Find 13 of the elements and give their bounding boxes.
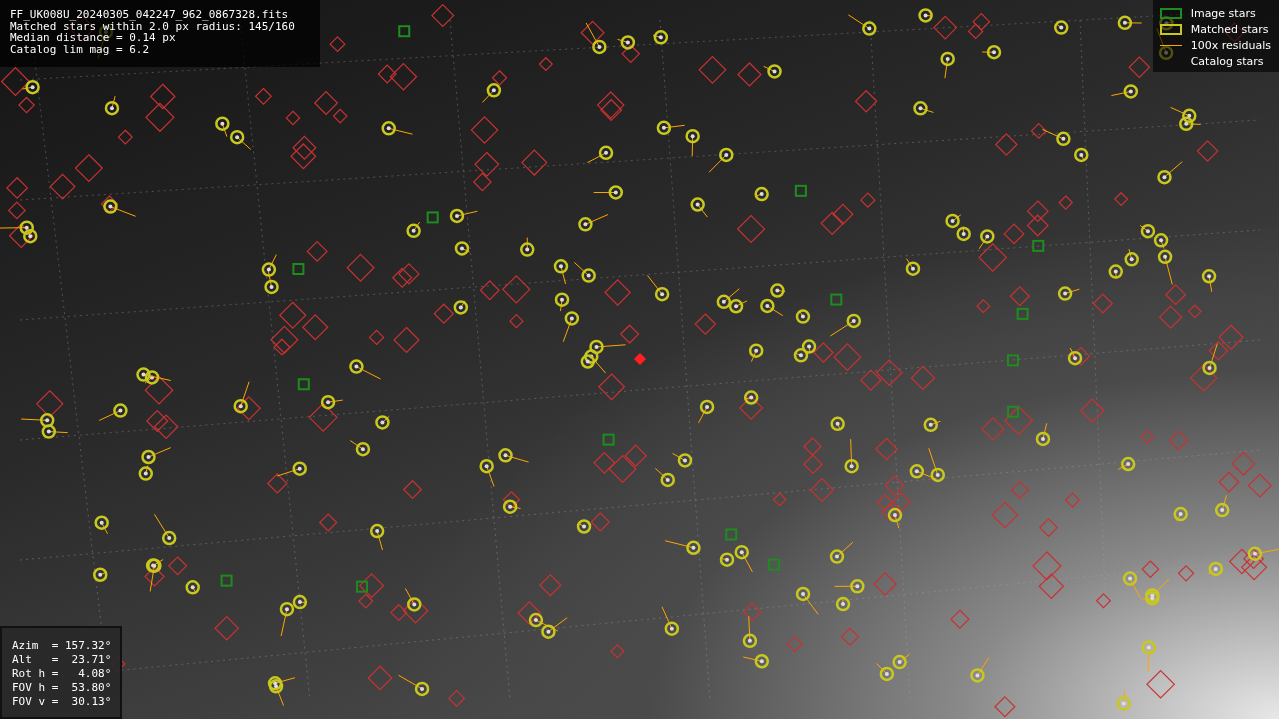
legend-label: 100x residuals [1190,38,1271,52]
legend-label: Image stars [1190,6,1256,20]
info-text: Median distance = 0.14 px [10,32,176,44]
pointing-text: FOV h = 53.80° [12,681,112,695]
pointing-text: Azim = 157.32° [12,639,112,653]
info-text: FF_UK008U_20240305_042247_962_0867328.fits [10,9,289,21]
legend-label: Catalog stars [1190,54,1264,68]
pointing-text: FOV v = 30.13° [12,695,112,709]
info-text: Matched stars within 2.0 px radius: 145/160 [10,20,295,32]
info-text: Catalog lim mag = 6.2 [10,43,150,55]
legend-label: Matched stars [1190,22,1269,36]
pointing-text: Alt = 23.71° [12,653,112,667]
pointing-text: Rot h = 4.08° [12,667,112,681]
